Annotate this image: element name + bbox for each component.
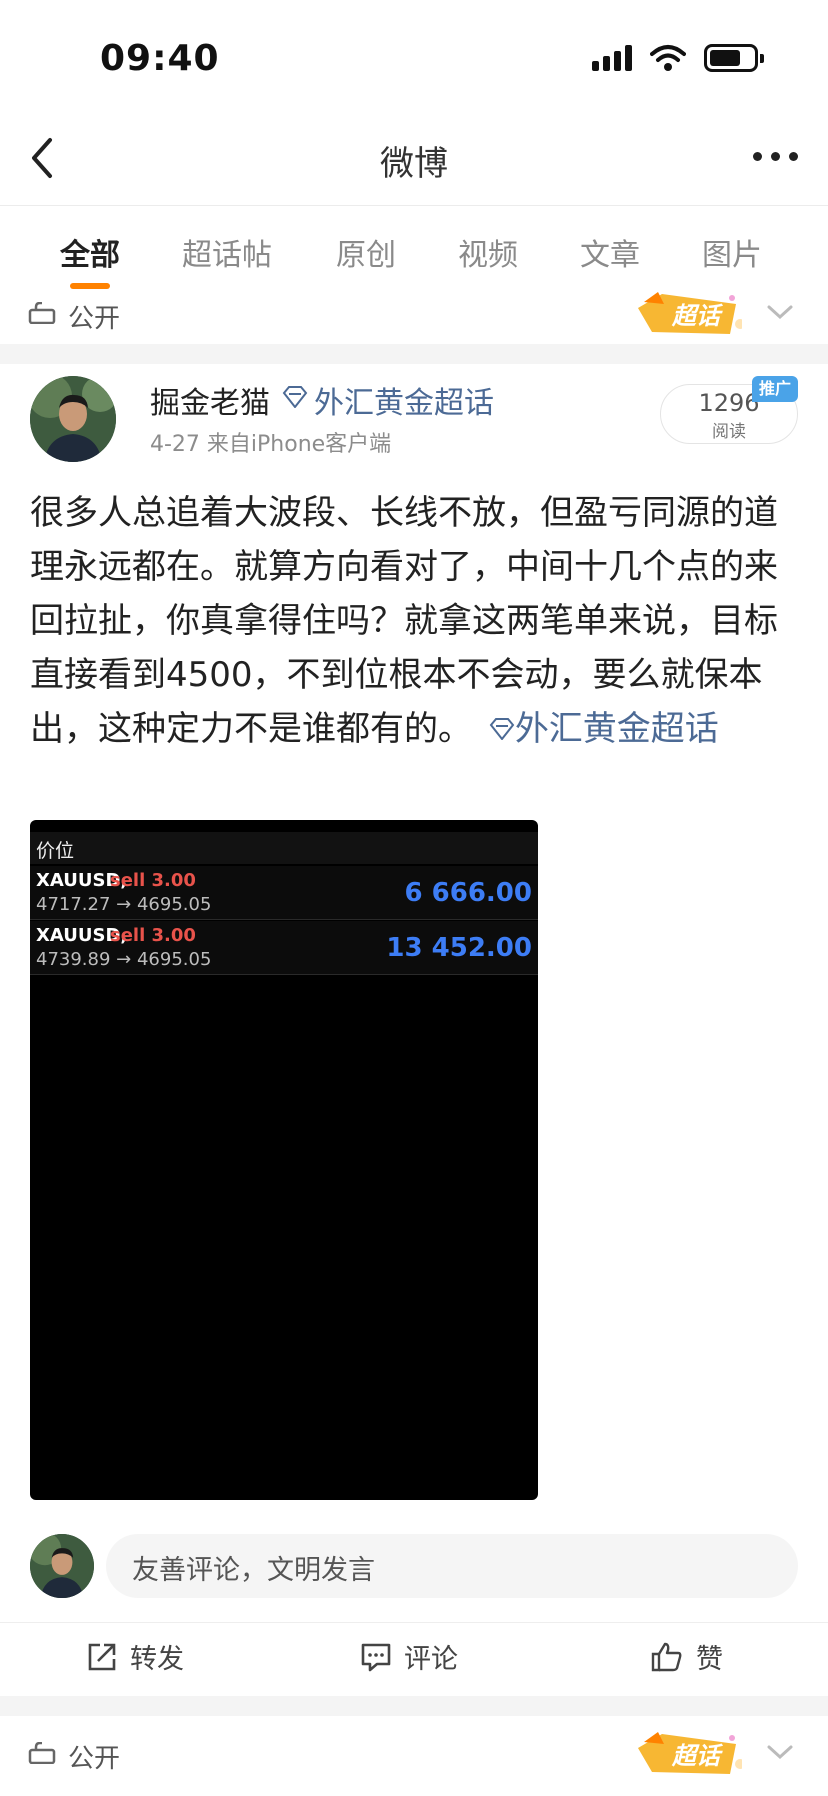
avatar-image: [30, 1534, 94, 1598]
order-row: XAUUSD, sell 3.00 4717.27 → 4695.05 6 66…: [30, 866, 538, 920]
supertopic-badge[interactable]: 超话: [632, 1728, 745, 1780]
cellular-signal-icon: [592, 45, 632, 71]
order-row: XAUUSD, sell 3.00 4739.89 → 4695.05 13 4…: [30, 921, 538, 975]
tab-articles[interactable]: 文章: [580, 230, 640, 274]
next-post-visibility-row: 公开 超话: [0, 1728, 828, 1784]
my-avatar: [30, 1534, 94, 1598]
supertopic-diamond-icon: [489, 718, 515, 741]
wifi-icon: [650, 45, 686, 71]
status-icons: [592, 44, 764, 72]
battery-icon: [704, 44, 764, 72]
visibility-label: 公开: [68, 304, 121, 334]
order-side: sell 3.00: [110, 925, 196, 946]
comment-placeholder: 友善评论，文明发言: [132, 1555, 375, 1586]
status-time: 09:40: [100, 38, 220, 79]
repost-button[interactable]: 转发: [86, 1637, 184, 1676]
supertopic-diamond-icon: [282, 386, 308, 408]
price-label: 价位: [36, 840, 75, 862]
feed-tabs: 全部 超话帖 原创 视频 文章 图片: [0, 220, 828, 289]
avatar-image: [30, 376, 116, 462]
thumbs-up-icon: [651, 1642, 682, 1671]
post-meta: 4-27 来自iPhone客户端: [150, 432, 392, 457]
public-visibility-icon: [28, 302, 56, 324]
more-options-icon[interactable]: [753, 152, 798, 161]
supertopic-badge-label: 超话: [672, 1742, 720, 1770]
weibo-page: 09:40 微博 全部 超话帖 原创 视频 文章 图片 公开 超话 掘金老猫 外…: [0, 0, 828, 1796]
tab-original[interactable]: 原创: [336, 230, 396, 274]
chevron-down-icon[interactable]: [766, 302, 794, 322]
tab-video[interactable]: 视频: [458, 230, 518, 274]
comment-input[interactable]: 友善评论，文明发言: [106, 1534, 798, 1598]
order-profit: 6 666.00: [404, 878, 532, 908]
repost-label: 转发: [130, 1644, 184, 1675]
post-divider: [0, 1696, 828, 1716]
status-bar: 09:40: [0, 0, 828, 110]
post-image-trading-screenshot[interactable]: 价位 XAUUSD, sell 3.00 4717.27 → 4695.05 6…: [30, 820, 538, 1500]
promoted-tag: 推广: [752, 376, 798, 402]
order-side: sell 3.00: [110, 870, 196, 891]
visibility-row: 公开 超话: [0, 288, 828, 344]
comment-label: 评论: [404, 1644, 458, 1675]
supertopic-badge-label: 超话: [672, 302, 720, 330]
post-divider: [0, 344, 828, 364]
post-body: 很多人总追着大波段、长线不放，但盈亏同源的道理永远都在。就算方向看对了，中间十几…: [30, 486, 800, 756]
repost-icon: [88, 1643, 116, 1670]
page-title: 微博: [380, 144, 448, 184]
inline-supertopic-link[interactable]: 外汇黄金超话: [515, 709, 719, 749]
order-profit: 13 452.00: [386, 933, 532, 963]
order-prices: 4717.27 → 4695.05: [36, 894, 212, 915]
public-visibility-icon: [28, 1742, 56, 1764]
tab-all[interactable]: 全部: [60, 230, 120, 274]
supertopic-badge[interactable]: 超话: [632, 288, 745, 340]
author-name[interactable]: 掘金老猫: [150, 378, 270, 422]
tab-images[interactable]: 图片: [702, 230, 762, 274]
order-prices: 4739.89 → 4695.05: [36, 949, 212, 970]
read-label: 阅读: [712, 422, 746, 442]
like-button[interactable]: 赞: [650, 1637, 723, 1676]
author-avatar[interactable]: [30, 376, 116, 462]
like-label: 赞: [696, 1644, 723, 1675]
supertopic-link[interactable]: 外汇黄金超话: [314, 378, 494, 422]
comment-button[interactable]: 评论: [360, 1637, 458, 1676]
price-header: 价位: [30, 832, 538, 864]
nav-bar: 微博: [0, 110, 828, 206]
visibility-label: 公开: [68, 1744, 121, 1774]
post-actions: 转发 评论 赞: [0, 1622, 828, 1694]
tab-supertopic-posts[interactable]: 超话帖: [182, 230, 272, 274]
comment-icon: [361, 1643, 391, 1671]
chevron-down-icon[interactable]: [766, 1742, 794, 1762]
